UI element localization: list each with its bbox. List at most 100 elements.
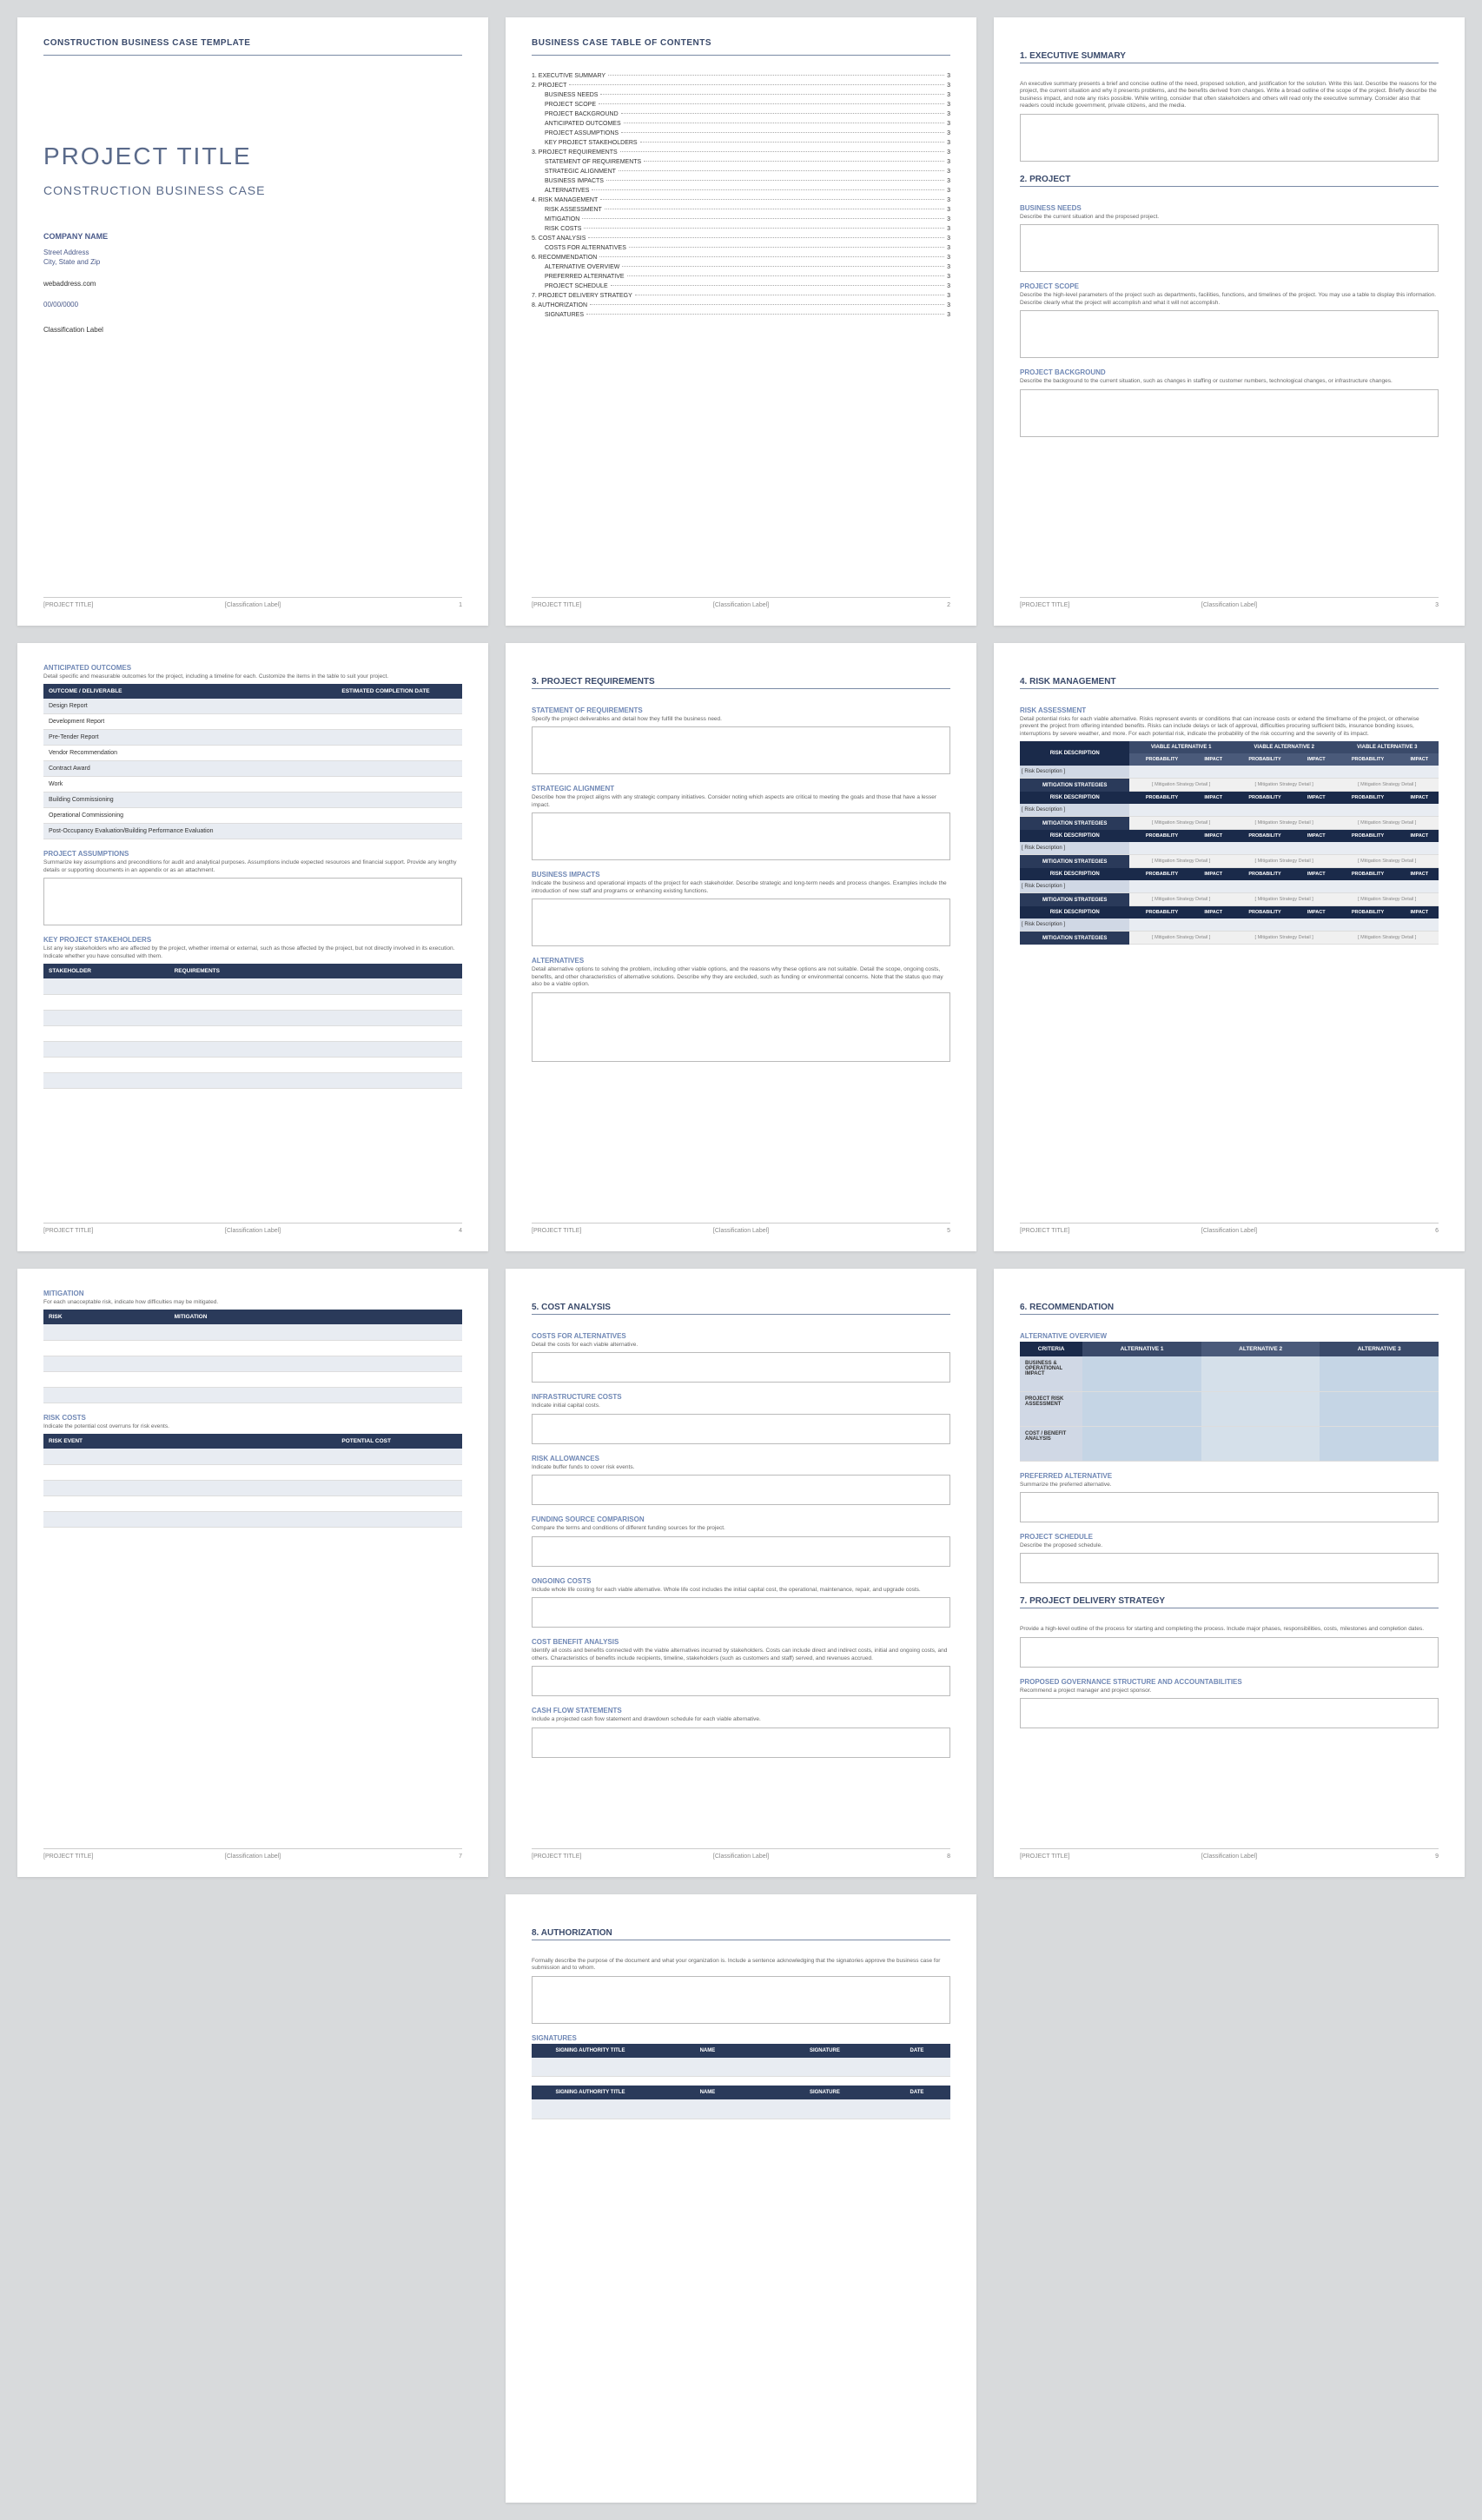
signatures: SIGNATURES	[532, 2034, 950, 2042]
sec-cost: 5. COST ANALYSIS	[532, 1303, 950, 1312]
pref-alt: PREFERRED ALTERNATIVE	[1020, 1472, 1439, 1480]
pref-alt-input[interactable]	[1020, 1492, 1439, 1522]
req-input[interactable]	[532, 726, 950, 774]
costs-alt-input[interactable]	[532, 1352, 950, 1383]
toc-row: 7. PROJECT DELIVERY STRATEGY3	[532, 293, 950, 299]
page-footer: [PROJECT TITLE] [Classification Label] 4	[43, 1223, 462, 1234]
risk-table: RISK DESCRIPTIONVIABLE ALTERNATIVE 1VIAB…	[1020, 741, 1439, 945]
statement-req: STATEMENT OF REQUIREMENTS	[532, 706, 950, 714]
sec-requirements: 3. PROJECT REQUIREMENTS	[532, 677, 950, 686]
toc-row: PROJECT SCHEDULE3	[532, 283, 950, 289]
ongoing-input[interactable]	[532, 1597, 950, 1628]
governance-input[interactable]	[1020, 1698, 1439, 1728]
page-footer: [PROJECT TITLE] [Classification Label] 6	[1020, 1223, 1439, 1234]
assumptions-input[interactable]	[43, 878, 462, 925]
cash-flow-input[interactable]	[532, 1728, 950, 1758]
toc-row: PROJECT ASSUMPTIONS3	[532, 130, 950, 136]
page-3: 1. EXECUTIVE SUMMARY An executive summar…	[994, 17, 1465, 626]
toc-row: ANTICIPATED OUTCOMES3	[532, 121, 950, 127]
proj-schedule: PROJECT SCHEDULE	[1020, 1533, 1439, 1541]
page-footer: [PROJECT TITLE] [Classification Label] 7	[43, 1848, 462, 1860]
costs-alt: COSTS FOR ALTERNATIVES	[532, 1332, 950, 1340]
signature-table-1: SIGNING AUTHORITY TITLE NAME SIGNATURE D…	[532, 2044, 950, 2078]
risk-allow-input[interactable]	[532, 1475, 950, 1505]
web-address: webaddress.com	[43, 280, 462, 288]
page-2: BUSINESS CASE TABLE OF CONTENTS 1. EXECU…	[506, 17, 976, 626]
sec-project: 2. PROJECT	[1020, 175, 1439, 184]
date: 00/00/0000	[43, 301, 462, 308]
page-grid: CONSTRUCTION BUSINESS CASE TEMPLATE PROJ…	[17, 17, 1465, 2503]
risk-assessment: RISK ASSESSMENT	[1020, 706, 1439, 714]
toc-row: 3. PROJECT REQUIREMENTS3	[532, 149, 950, 156]
project-background: PROJECT BACKGROUND	[1020, 368, 1439, 376]
page-footer: [PROJECT TITLE] [Classification Label] 8	[532, 1848, 950, 1860]
page-4: ANTICIPATED OUTCOMES Detail specific and…	[17, 643, 488, 1251]
cash-flow: CASH FLOW STATEMENTS	[532, 1707, 950, 1714]
sec-delivery: 7. PROJECT DELIVERY STRATEGY	[1020, 1596, 1439, 1606]
risk-costs: RISK COSTS	[43, 1414, 462, 1422]
page-9: 6. RECOMMENDATION ALTERNATIVE OVERVIEW C…	[994, 1269, 1465, 1877]
toc-row: RISK COSTS3	[532, 226, 950, 232]
mitigation-table: RISKMITIGATION	[43, 1310, 462, 1403]
risk-costs-table: RISK EVENTPOTENTIAL COST	[43, 1434, 462, 1528]
schedule-input[interactable]	[1020, 1553, 1439, 1583]
toc-row: PROJECT SCOPE3	[532, 102, 950, 108]
address: Street Address City, State and Zip	[43, 248, 462, 267]
ongoing-costs: ONGOING COSTS	[532, 1577, 950, 1585]
project-title: PROJECT TITLE	[43, 143, 462, 170]
delivery-input[interactable]	[1020, 1637, 1439, 1668]
project-assumptions: PROJECT ASSUMPTIONS	[43, 850, 462, 858]
page-footer: [PROJECT TITLE] [Classification Label] 2	[532, 597, 950, 608]
alternatives: ALTERNATIVES	[532, 957, 950, 965]
exec-desc: An executive summary presents a brief an…	[1020, 81, 1439, 110]
toc-row: COSTS FOR ALTERNATIVES3	[532, 245, 950, 251]
toc-row: 8. AUTHORIZATION3	[532, 302, 950, 308]
toc-title: BUSINESS CASE TABLE OF CONTENTS	[532, 38, 950, 48]
funding-input[interactable]	[532, 1536, 950, 1567]
outcomes-table: OUTCOME / DELIVERABLEESTIMATED COMPLETIO…	[43, 684, 462, 839]
alt-overview: ALTERNATIVE OVERVIEW	[1020, 1332, 1439, 1340]
stakeholders-table: STAKEHOLDERREQUIREMENTS	[43, 964, 462, 1089]
business-needs: BUSINESS NEEDS	[1020, 204, 1439, 212]
align-input[interactable]	[532, 812, 950, 860]
alternatives-input[interactable]	[532, 992, 950, 1062]
sec-risk: 4. RISK MANAGEMENT	[1020, 677, 1439, 686]
scope-input[interactable]	[1020, 310, 1439, 358]
infra-input[interactable]	[532, 1414, 950, 1444]
sec-exec-summary: 1. EXECUTIVE SUMMARY	[1020, 51, 1439, 61]
toc-row: SIGNATURES3	[532, 312, 950, 318]
toc-row: KEY PROJECT STAKEHOLDERS3	[532, 140, 950, 146]
infra-costs: INFRASTRUCTURE COSTS	[532, 1393, 950, 1401]
impacts-input[interactable]	[532, 899, 950, 946]
city: City, State and Zip	[43, 257, 462, 267]
project-scope: PROJECT SCOPE	[1020, 282, 1439, 290]
header-rule	[43, 55, 462, 56]
risk-allow: RISK ALLOWANCES	[532, 1455, 950, 1462]
anticipated-outcomes: ANTICIPATED OUTCOMES	[43, 664, 462, 672]
page-8: 5. COST ANALYSIS COSTS FOR ALTERNATIVES …	[506, 1269, 976, 1877]
background-input[interactable]	[1020, 389, 1439, 437]
exec-input[interactable]	[1020, 114, 1439, 162]
funding-src: FUNDING SOURCE COMPARISON	[532, 1515, 950, 1523]
key-stakeholders: KEY PROJECT STAKEHOLDERS	[43, 936, 462, 944]
toc-row: 4. RISK MANAGEMENT3	[532, 197, 950, 203]
cba-input[interactable]	[532, 1666, 950, 1696]
toc-row: BUSINESS IMPACTS3	[532, 178, 950, 184]
strategic-align: STRATEGIC ALIGNMENT	[532, 785, 950, 792]
cost-benefit: COST BENEFIT ANALYSIS	[532, 1638, 950, 1646]
auth-input[interactable]	[532, 1976, 950, 2024]
toc-row: PROJECT BACKGROUND3	[532, 111, 950, 117]
page-7: MITIGATION For each unacceptable risk, i…	[17, 1269, 488, 1877]
doc-header: CONSTRUCTION BUSINESS CASE TEMPLATE	[43, 38, 462, 48]
toc-row: ALTERNATIVES3	[532, 188, 950, 194]
toc-row: RISK ASSESSMENT3	[532, 207, 950, 213]
toc-row: STRATEGIC ALIGNMENT3	[532, 169, 950, 175]
business-needs-input[interactable]	[1020, 224, 1439, 272]
street: Street Address	[43, 248, 462, 257]
company-name: COMPANY NAME	[43, 232, 462, 241]
toc-row: 5. COST ANALYSIS3	[532, 235, 950, 242]
page-6: 4. RISK MANAGEMENT RISK ASSESSMENT Detai…	[994, 643, 1465, 1251]
classification: Classification Label	[43, 326, 462, 334]
page-5: 3. PROJECT REQUIREMENTS STATEMENT OF REQ…	[506, 643, 976, 1251]
header-rule	[532, 55, 950, 56]
